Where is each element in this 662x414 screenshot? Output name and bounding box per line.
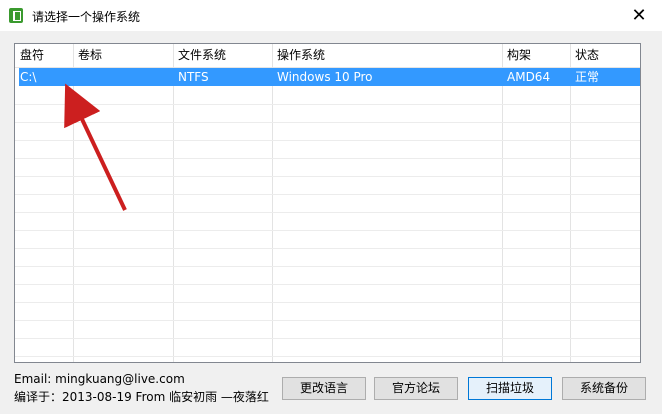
compile-info-text: 编译于：2013-08-19 From 临安初雨 —夜落红 [14, 390, 269, 404]
scan-junk-button[interactable]: 扫描垃圾 [468, 377, 552, 400]
email-text: Email: mingkuang@live.com [14, 372, 185, 386]
annotation-arrow [64, 83, 127, 211]
change-language-button[interactable]: 更改语言 [282, 377, 366, 400]
system-backup-button[interactable]: 系统备份 [562, 377, 646, 400]
official-forum-button[interactable]: 官方论坛 [374, 377, 458, 400]
